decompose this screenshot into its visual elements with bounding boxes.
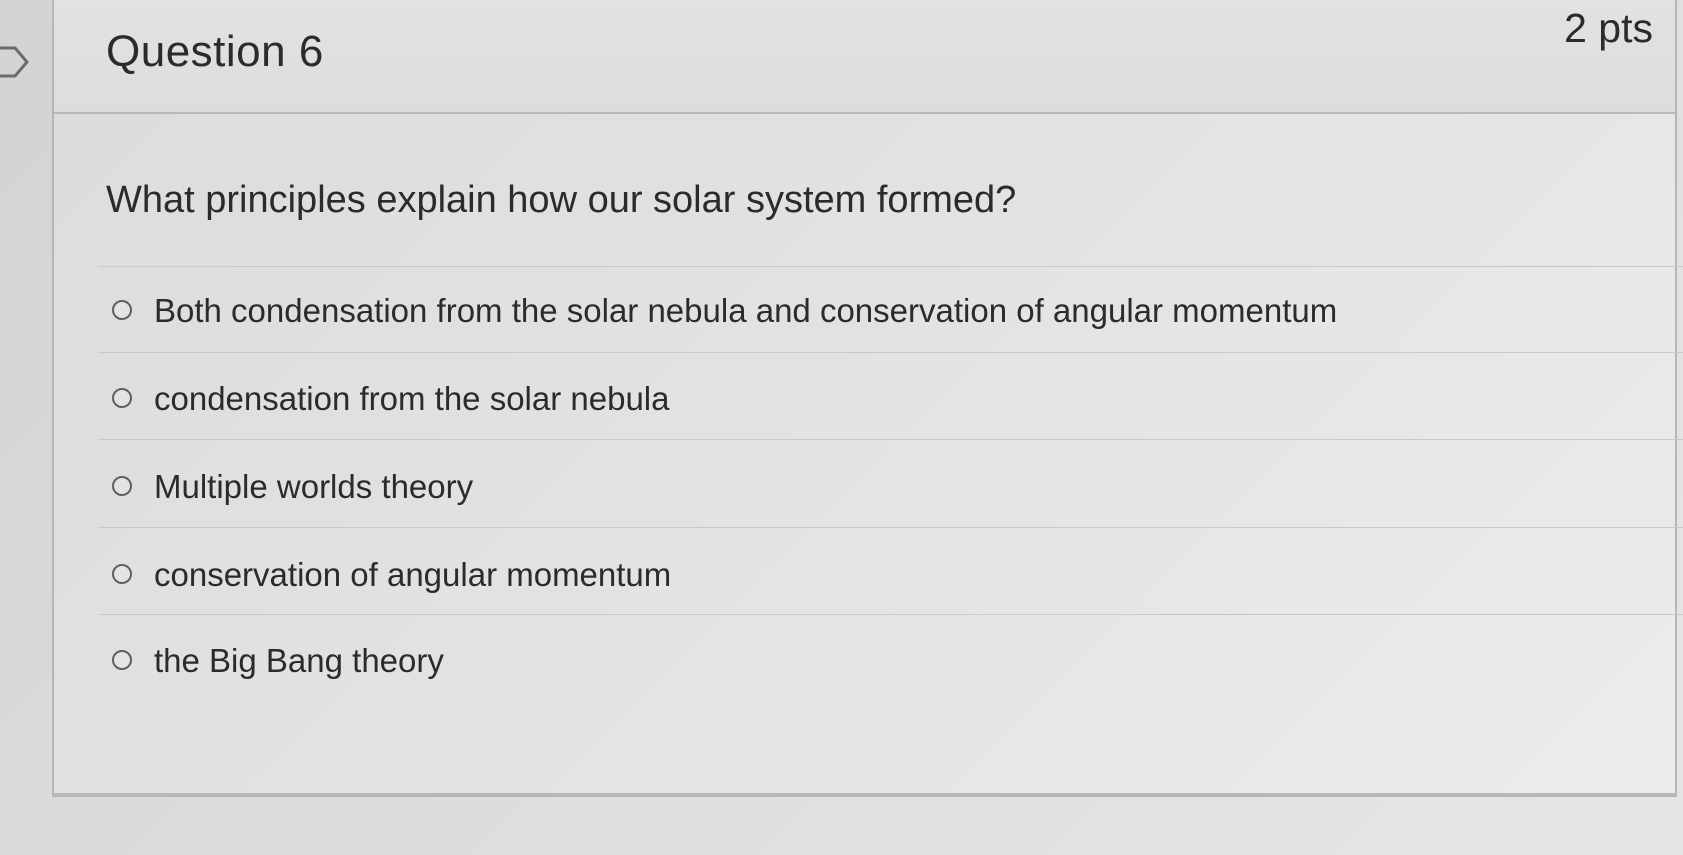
answer-option-5[interactable]: the Big Bang theory [112, 631, 444, 689]
answer-divider [98, 266, 1683, 267]
radio-button-icon[interactable] [112, 388, 132, 408]
answer-option-2[interactable]: condensation from the solar nebula [112, 369, 670, 427]
answer-divider [98, 439, 1683, 440]
answer-option-3[interactable]: Multiple worlds theory [112, 457, 473, 515]
question-header: Question 6 2 pts [54, 0, 1675, 114]
question-card-bottom-border [54, 793, 1675, 795]
answer-divider [98, 527, 1683, 528]
radio-button-icon[interactable] [112, 300, 132, 320]
answer-divider [98, 614, 1683, 615]
answer-label: condensation from the solar nebula [154, 379, 670, 417]
answer-option-1[interactable]: Both condensation from the solar nebula … [112, 281, 1337, 339]
question-card: Question 6 2 pts What principles explain… [52, 0, 1683, 797]
answer-label: Both condensation from the solar nebula … [154, 291, 1338, 329]
radio-button-icon[interactable] [112, 650, 132, 670]
answer-option-4[interactable]: conservation of angular momentum [112, 545, 671, 603]
question-title: Question 6 [106, 27, 324, 76]
question-text: What principles explain how our solar sy… [106, 179, 1017, 221]
radio-button-icon[interactable] [112, 476, 132, 496]
radio-button-icon[interactable] [112, 564, 132, 584]
answer-label: the Big Bang theory [154, 641, 444, 679]
bookmark-flag-icon[interactable] [0, 38, 36, 86]
answer-label: conservation of angular momentum [154, 555, 672, 593]
answer-label: Multiple worlds theory [154, 467, 474, 505]
answer-divider [98, 352, 1683, 353]
question-points: 2 pts [1564, 5, 1653, 51]
